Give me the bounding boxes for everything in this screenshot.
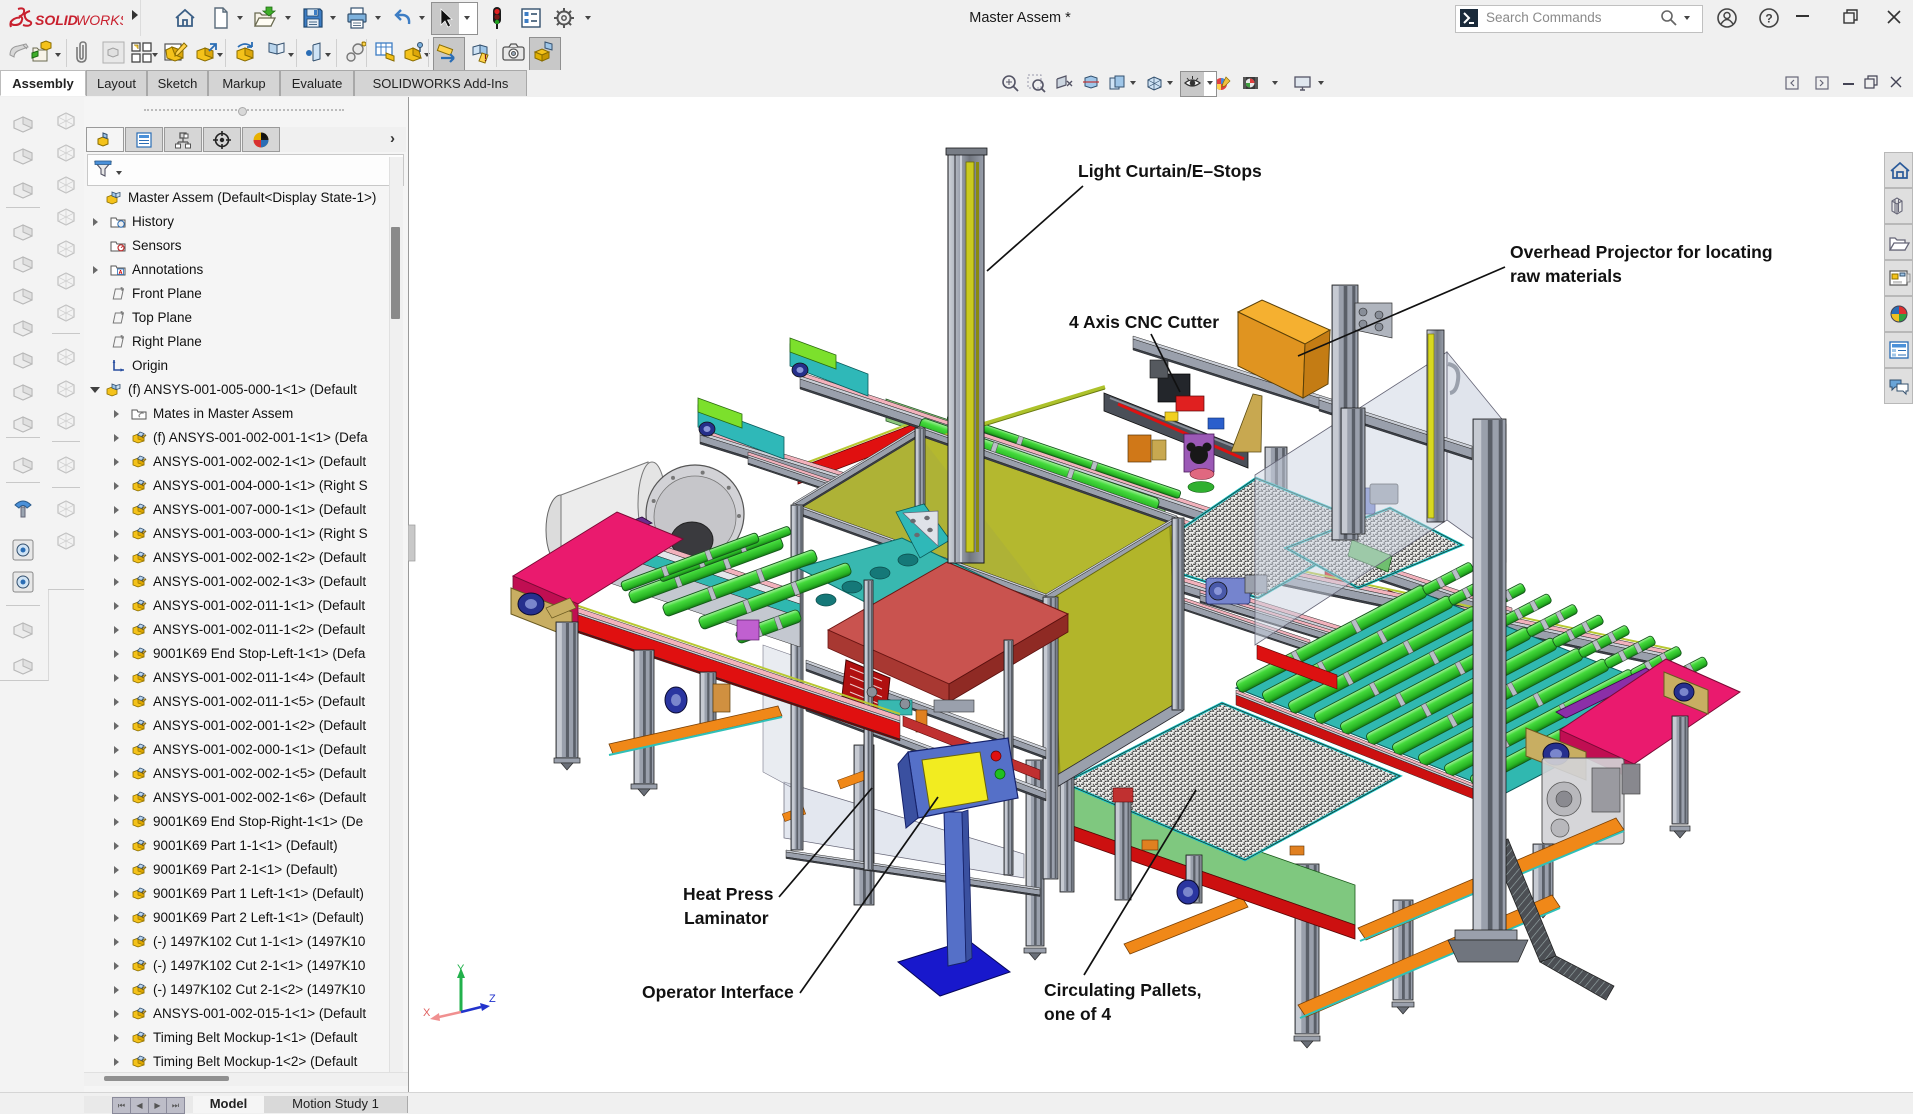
svg-text:one of 4: one of 4: [1044, 1004, 1111, 1024]
svg-text:4 Axis CNC Cutter: 4 Axis CNC Cutter: [1069, 312, 1219, 332]
svg-text:Overhead Projector for locatin: Overhead Projector for locating: [1510, 242, 1773, 262]
svg-text:Heat Press: Heat Press: [683, 884, 774, 904]
svg-text:!: !: [484, 53, 487, 63]
svg-text:X: X: [423, 1007, 431, 1019]
svg-text:WORKS: WORKS: [76, 12, 123, 28]
svg-text:Circulating Pallets,: Circulating Pallets,: [1044, 980, 1202, 1000]
svg-text:raw materials: raw materials: [1510, 266, 1622, 286]
svg-text:Operator Interface: Operator Interface: [642, 982, 794, 1002]
svg-text:Laminator: Laminator: [684, 908, 769, 928]
svg-text:Y: Y: [457, 963, 465, 975]
svg-text:Light Curtain/E–Stops: Light Curtain/E–Stops: [1078, 161, 1262, 181]
svg-text:SOLID: SOLID: [35, 12, 78, 28]
svg-text:?: ?: [1765, 12, 1772, 26]
svg-text:Z: Z: [489, 993, 496, 1005]
